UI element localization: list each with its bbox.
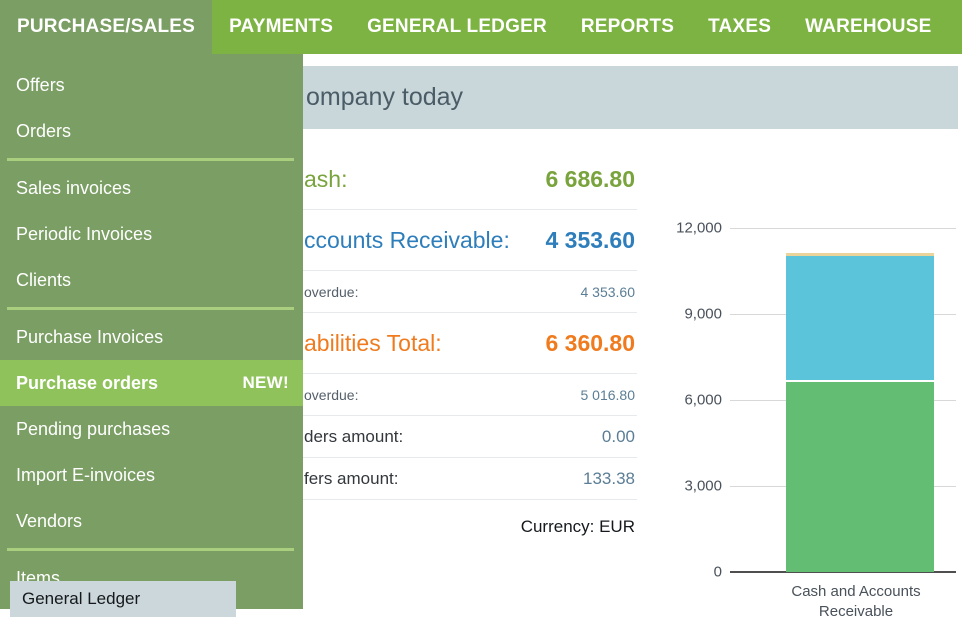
chart-plot-area: 12,0009,0006,0003,0000 — [656, 204, 956, 624]
nav-tab-label: GENERAL LEDGER — [367, 16, 547, 38]
nav-tab-general-ledger[interactable]: GENERAL LEDGER — [350, 0, 564, 54]
row-value-liabilities-overdue: 5 016.80 — [581, 387, 636, 403]
table-row: ash: 6 686.80 — [300, 149, 637, 210]
row-value-offers-amount: 133.38 — [583, 469, 635, 489]
table-row: ccounts Receivable: 4 353.60 — [300, 210, 637, 271]
chart-y-tick-label: 6,000 — [632, 392, 722, 409]
chart-bar-segment-cash[interactable] — [786, 380, 934, 572]
chart-bar-segment-accounts-receivable[interactable] — [786, 256, 934, 383]
row-label-accounts-receivable: ccounts Receivable: — [304, 227, 510, 254]
menu-item-purchase-orders[interactable]: Purchase orders NEW! — [0, 360, 303, 406]
nav-tab-label: PAYMENTS — [229, 16, 333, 38]
nav-tab-label: TAXES — [708, 16, 771, 38]
menu-item-offers[interactable]: Offers — [0, 62, 303, 108]
menu-item-periodic-invoices[interactable]: Periodic Invoices — [0, 211, 303, 257]
new-badge: NEW! — [242, 373, 289, 393]
table-row: ders amount: 0.00 — [300, 416, 637, 458]
page-title: ompany today — [306, 83, 463, 112]
panel-header: ompany today — [300, 66, 958, 129]
chart-y-tick-label: 12,000 — [632, 220, 722, 237]
nav-tab-payments[interactable]: PAYMENTS — [212, 0, 350, 54]
menu-item-label: Sales invoices — [16, 178, 131, 199]
row-label-offers-amount: fers amount: — [304, 469, 399, 489]
chart-x-axis-label: Cash and Accounts Receivable — [716, 582, 962, 622]
financial-summary-table: ash: 6 686.80 ccounts Receivable: 4 353.… — [300, 149, 637, 554]
table-row: overdue: 5 016.80 — [300, 374, 637, 416]
table-row: abilities Total: 6 360.80 — [300, 313, 637, 374]
menu-item-label: Pending purchases — [16, 419, 170, 440]
purchase-sales-dropdown-menu: Offers Orders Sales invoices Periodic Invoi… — [0, 54, 303, 609]
row-label-orders-amount: ders amount: — [304, 427, 403, 447]
menu-item-import-e-invoices[interactable]: Import E-invoices — [0, 452, 303, 498]
row-label-receivable-overdue: overdue: — [304, 284, 358, 300]
nav-tab-label: WAREHOUSE — [805, 16, 931, 38]
nav-tab-warehouse[interactable]: WAREHOUSE — [788, 0, 948, 54]
menu-divider — [7, 307, 294, 310]
nav-tab-label: PURCHASE/SALES — [17, 16, 195, 38]
menu-item-purchase-invoices[interactable]: Purchase Invoices — [0, 314, 303, 360]
chart-x-axis-label-line1: Cash and Accounts — [716, 582, 962, 602]
menu-item-label: Orders — [16, 121, 71, 142]
menu-item-label: Clients — [16, 270, 71, 291]
currency-row: Currency: EUR — [300, 500, 637, 554]
chart-y-tick-label: 9,000 — [632, 306, 722, 323]
tooltip-label: General Ledger — [22, 589, 140, 609]
menu-item-vendors[interactable]: Vendors — [0, 498, 303, 544]
row-value-liabilities-total: 6 360.80 — [545, 330, 635, 357]
menu-item-clients[interactable]: Clients — [0, 257, 303, 303]
chart-gridline — [730, 228, 956, 229]
menu-item-label: Purchase Invoices — [16, 327, 163, 348]
chart-bar-cap — [786, 253, 934, 256]
menu-item-label: Import E-invoices — [16, 465, 155, 486]
row-label-liabilities-overdue: overdue: — [304, 387, 358, 403]
nav-tab-reports[interactable]: REPORTS — [564, 0, 691, 54]
menu-item-orders[interactable]: Orders — [0, 108, 303, 154]
menu-divider — [7, 158, 294, 161]
nav-tab-taxes[interactable]: TAXES — [691, 0, 788, 54]
table-row: fers amount: 133.38 — [300, 458, 637, 500]
menu-item-sales-invoices[interactable]: Sales invoices — [0, 165, 303, 211]
chart-y-tick-label: 3,000 — [632, 478, 722, 495]
menu-item-label: Periodic Invoices — [16, 224, 152, 245]
dashboard-panel: ompany today ash: 6 686.80 ccounts Recei… — [296, 54, 962, 621]
nav-tab-purchase-sales[interactable]: PURCHASE/SALES — [0, 0, 212, 54]
row-value-accounts-receivable: 4 353.60 — [545, 227, 635, 254]
menu-divider — [7, 548, 294, 551]
row-label-cash: ash: — [304, 166, 347, 193]
general-ledger-tooltip: General Ledger — [10, 581, 236, 617]
menu-item-label: Offers — [16, 75, 65, 96]
row-value-cash: 6 686.80 — [545, 166, 635, 193]
cash-receivable-chart: 12,0009,0006,0003,0000 Cash and Accounts… — [656, 204, 956, 624]
menu-item-label: Vendors — [16, 511, 82, 532]
top-navigation-bar: PURCHASE/SALES PAYMENTS GENERAL LEDGER R… — [0, 0, 962, 54]
nav-tab-label: REPORTS — [581, 16, 674, 38]
row-label-liabilities-total: abilities Total: — [304, 330, 442, 357]
chart-y-tick-label: 0 — [632, 564, 722, 581]
row-value-orders-amount: 0.00 — [602, 427, 635, 447]
chart-x-axis-label-line2: Receivable — [716, 602, 962, 622]
menu-item-pending-purchases[interactable]: Pending purchases — [0, 406, 303, 452]
menu-item-label: Purchase orders — [16, 373, 158, 394]
table-row: overdue: 4 353.60 — [300, 271, 637, 313]
row-value-receivable-overdue: 4 353.60 — [581, 284, 636, 300]
currency-label: Currency: EUR — [521, 517, 635, 537]
